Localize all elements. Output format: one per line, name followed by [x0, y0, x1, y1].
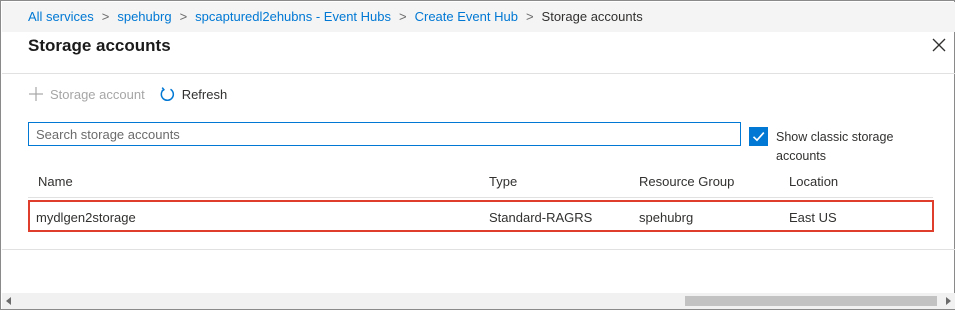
chevron-right-icon: >	[525, 9, 534, 24]
close-icon[interactable]	[929, 35, 949, 55]
add-storage-account-label: Storage account	[50, 86, 145, 102]
search-input[interactable]	[28, 122, 741, 146]
breadcrumb-link-all-services[interactable]: All services	[28, 9, 94, 24]
show-classic-checkbox[interactable]	[749, 127, 768, 146]
refresh-label: Refresh	[181, 86, 228, 102]
breadcrumb-bar: All services > spehubrg > spcapturedl2eh…	[2, 2, 955, 32]
chevron-right-icon: >	[179, 9, 188, 24]
table-bottom-divider	[2, 249, 955, 250]
cell-location: East US	[789, 210, 837, 225]
scrollbar-thumb[interactable]	[685, 296, 937, 306]
plus-icon	[29, 87, 43, 101]
chevron-right-icon: >	[399, 9, 407, 24]
breadcrumb-link-create-event-hub[interactable]: Create Event Hub	[415, 9, 518, 24]
scroll-left-arrow-icon[interactable]	[6, 297, 11, 305]
breadcrumb-link-event-hubs-namespace[interactable]: spcapturedl2ehubns - Event Hubs	[195, 9, 391, 24]
column-header-name: Name	[38, 174, 73, 189]
table-row[interactable]: mydlgen2storage Standard-RAGRS spehubrg …	[28, 200, 934, 232]
toolbar: Storage account Refresh	[28, 84, 227, 104]
header-row-divider	[28, 197, 933, 198]
checkmark-icon	[752, 132, 765, 142]
page-title: Storage accounts	[28, 36, 171, 55]
storage-accounts-blade: All services > spehubrg > spcapturedl2eh…	[0, 0, 955, 310]
breadcrumb-link-resource-group[interactable]: spehubrg	[117, 9, 171, 24]
cell-name: mydlgen2storage	[36, 210, 136, 225]
header-divider	[2, 73, 955, 74]
refresh-button[interactable]: Refresh	[159, 86, 228, 103]
horizontal-scrollbar[interactable]	[2, 293, 955, 309]
chevron-right-icon: >	[101, 9, 110, 24]
cell-type: Standard-RAGRS	[489, 210, 593, 225]
cell-resource-group: spehubrg	[639, 210, 694, 225]
column-header-resource-group: Resource Group	[639, 174, 735, 189]
refresh-icon	[160, 86, 174, 101]
breadcrumb: All services > spehubrg > spcapturedl2eh…	[28, 9, 643, 24]
close-button[interactable]	[929, 35, 949, 55]
scroll-right-arrow-icon[interactable]	[946, 297, 951, 305]
add-storage-account-button[interactable]: Storage account	[28, 86, 145, 102]
breadcrumb-current: Storage accounts	[541, 9, 643, 24]
show-classic-label: Show classic storage accounts	[776, 130, 894, 163]
column-header-type: Type	[489, 174, 518, 189]
column-header-location: Location	[789, 174, 839, 189]
